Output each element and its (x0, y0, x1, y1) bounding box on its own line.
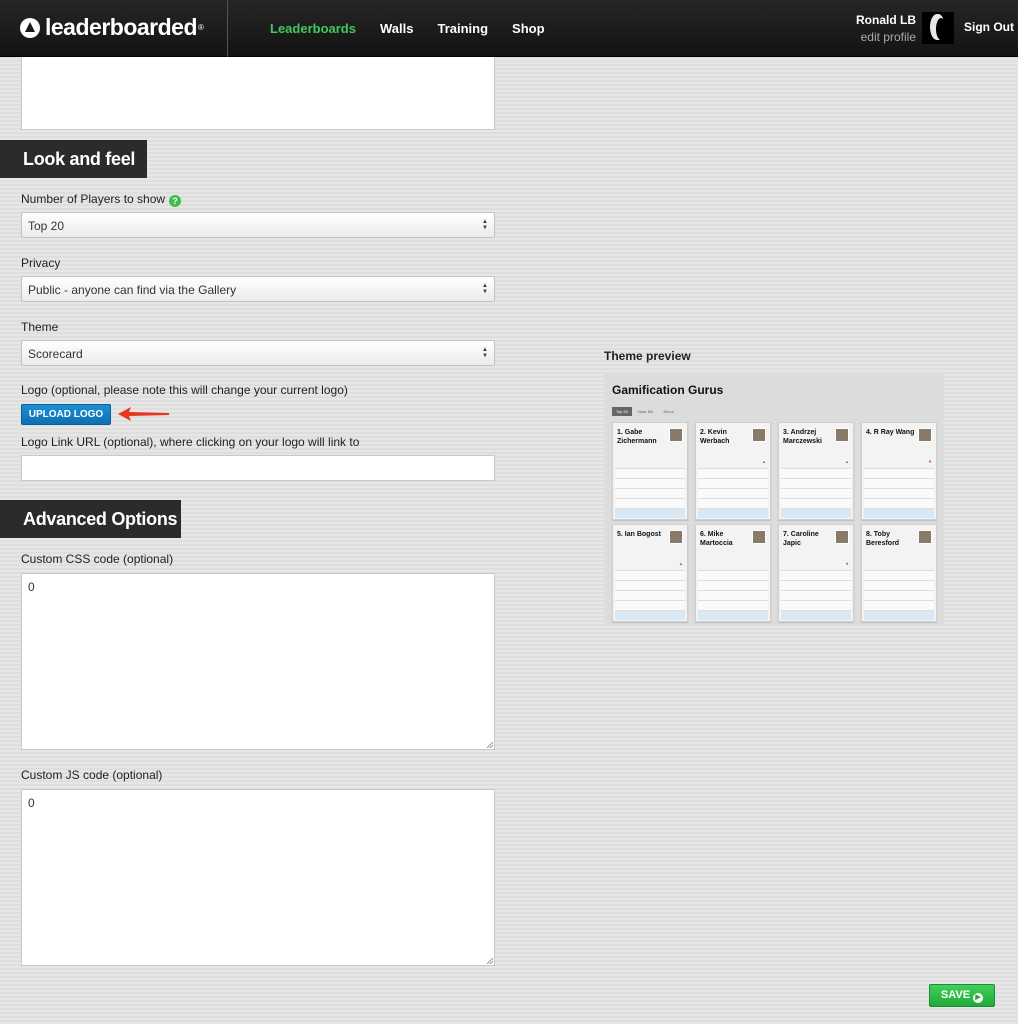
logo-text: leaderboarded (45, 14, 198, 40)
help-icon[interactable]: ? (169, 195, 182, 207)
theme-select[interactable]: Scorecard ▲ ▼ (21, 340, 495, 366)
preview-player-card: 7. Caroline Japic ★ (778, 524, 854, 622)
player-name: 2. Kevin Werbach (700, 429, 730, 445)
privacy-label: Privacy (21, 256, 61, 270)
select-arrows-icon: ▲ ▼ (482, 347, 488, 359)
player-photo (669, 428, 683, 442)
player-name: 1. Gabe Zichermann (617, 429, 657, 445)
custom-css-textarea[interactable]: 0 (21, 573, 495, 750)
theme-preview-heading: Theme preview (604, 349, 691, 363)
logo-registered-mark: ® (198, 23, 204, 32)
player-photo (918, 428, 932, 442)
app-logo[interactable]: leaderboarded ® (20, 14, 204, 41)
preview-player-card: 4. R Ray Wang ▼ (861, 422, 937, 520)
nav-leaderboards[interactable]: Leaderboards (270, 21, 356, 36)
player-photo (918, 530, 932, 544)
trend-up-icon: ▲ (845, 459, 849, 464)
edit-profile-link[interactable]: edit profile (856, 30, 916, 44)
custom-css-value: 0 (28, 580, 35, 594)
player-name: 8. Toby Beresford (866, 531, 900, 547)
custom-js-value: 0 (28, 796, 35, 810)
nav-shop[interactable]: Shop (512, 21, 545, 36)
custom-js-textarea[interactable]: 0 (21, 789, 495, 966)
logo-label: Logo (optional, please note this will ch… (21, 383, 348, 397)
custom-css-label: Custom CSS code (optional) (21, 552, 174, 566)
theme-preview-image: Gamification Gurus Top 20 Near Me About … (604, 374, 944, 624)
preview-tab: About (663, 409, 674, 414)
nav-walls[interactable]: Walls (380, 21, 413, 36)
theme-label: Theme (21, 320, 59, 334)
select-arrows-icon: ▲ ▼ (482, 283, 488, 295)
player-name: 4. R Ray Wang (866, 429, 915, 436)
player-name: 5. Ian Bogost (617, 531, 661, 538)
preview-player-card: 1. Gabe Zichermann (612, 422, 688, 520)
avatar[interactable] (922, 12, 954, 44)
players-label-text: Number of Players to show (21, 192, 166, 206)
player-name: 7. Caroline Japic (783, 531, 819, 547)
preview-player-card: 8. Toby Beresford (861, 524, 937, 622)
sign-out-link[interactable]: Sign Out (964, 20, 1014, 34)
upload-logo-button[interactable]: UPLOAD LOGO (21, 404, 111, 425)
nav-training[interactable]: Training (437, 21, 488, 36)
save-label: SAVE (940, 989, 971, 1001)
preview-tabs: Top 20 Near Me About (612, 407, 678, 416)
players-label: Number of Players to show? (21, 192, 182, 207)
privacy-select-value: Public - anyone can find via the Gallery (28, 283, 237, 297)
look-and-feel-heading: Look and feel (0, 140, 147, 178)
theme-select-value: Scorecard (28, 347, 83, 361)
preview-player-card: 6. Mike Martoccia (695, 524, 771, 622)
preview-tab: Top 20 (612, 407, 633, 416)
arrow-circle-icon: ▶ (973, 993, 984, 1003)
logo-link-label: Logo Link URL (optional), where clicking… (21, 435, 360, 449)
advanced-options-heading: Advanced Options (0, 500, 181, 538)
player-photo (752, 530, 766, 544)
logo-triangle-icon (20, 17, 40, 38)
select-arrows-icon: ▲ ▼ (482, 219, 488, 231)
resize-handle-icon[interactable] (487, 958, 493, 964)
preview-player-card: 5. Ian Bogost ▲ (612, 524, 688, 622)
player-name: 6. Mike Martoccia (700, 531, 733, 547)
preview-board-title: Gamification Gurus (612, 383, 724, 397)
trend-up-icon: ▲ (679, 561, 683, 566)
resize-handle-icon[interactable] (487, 742, 493, 748)
player-photo (669, 530, 683, 544)
privacy-select[interactable]: Public - anyone can find via the Gallery… (21, 276, 495, 302)
header-divider (227, 0, 228, 57)
player-photo (835, 428, 849, 442)
preview-player-card: 3. Andrzej Marczewski ▲ (778, 422, 854, 520)
players-select[interactable]: Top 20 ▲ ▼ (21, 212, 495, 238)
user-name: Ronald LB (856, 13, 916, 27)
user-info: Ronald LB edit profile (856, 13, 916, 44)
red-arrow-icon (118, 407, 169, 421)
preview-tab: Near Me (638, 409, 654, 414)
player-photo (752, 428, 766, 442)
description-textarea[interactable] (21, 57, 495, 130)
players-select-value: Top 20 (28, 219, 65, 233)
custom-js-label: Custom JS code (optional) (21, 768, 163, 782)
top-navigation-bar: leaderboarded ® Leaderboards Walls Train… (0, 0, 1018, 57)
logo-link-input[interactable] (21, 455, 495, 481)
trend-up-icon: ▲ (762, 459, 766, 464)
preview-player-card: 2. Kevin Werbach ▲ (695, 422, 771, 520)
player-name: 3. Andrzej Marczewski (783, 429, 822, 445)
main-nav: Leaderboards Walls Training Shop (270, 21, 569, 36)
star-icon: ★ (845, 561, 849, 566)
trend-down-icon: ▼ (928, 459, 932, 464)
save-button[interactable]: SAVE ▶ (929, 984, 995, 1007)
player-photo (835, 530, 849, 544)
